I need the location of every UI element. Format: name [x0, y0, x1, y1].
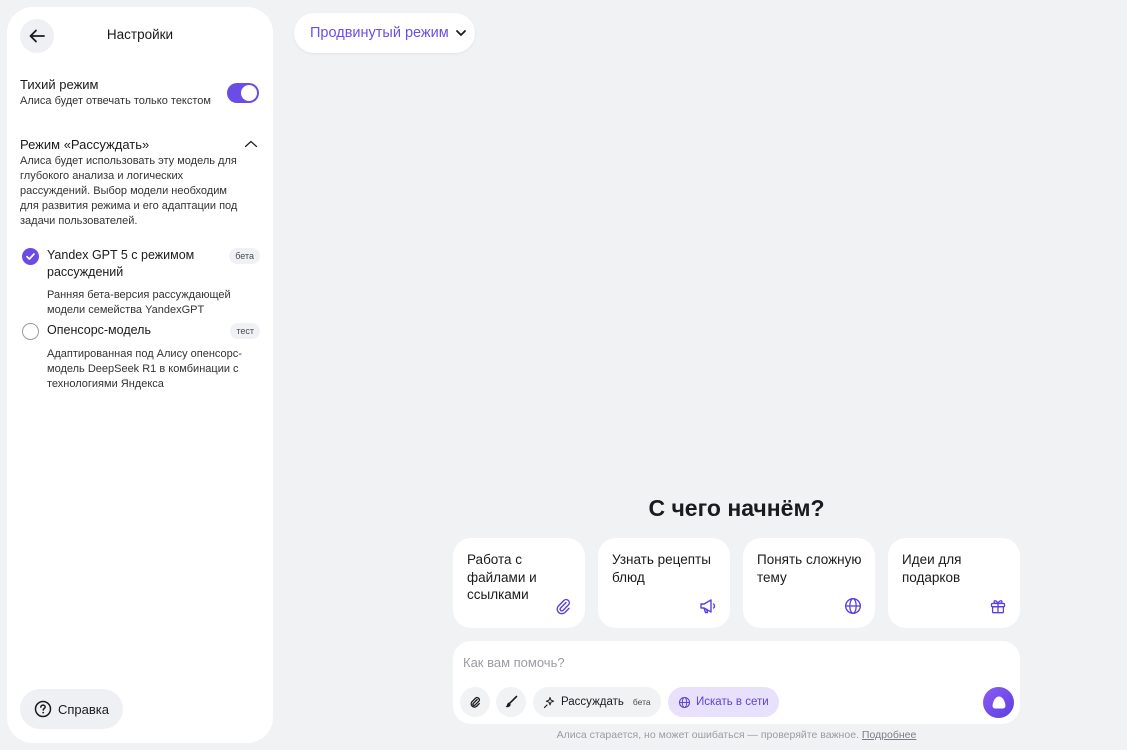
- collapse-reasoning-button[interactable]: [243, 137, 259, 151]
- model-option-badge: тест: [230, 323, 260, 339]
- mode-label: Продвинутый режим: [310, 25, 449, 41]
- help-label: Справка: [58, 701, 109, 717]
- globe-icon: [844, 597, 862, 615]
- model-option-name: Опенсорс-модель: [47, 323, 151, 337]
- settings-title: Настройки: [106, 27, 174, 42]
- suggestion-card-label: Узнать рецепты блюд: [612, 552, 711, 585]
- suggestion-card-label: Понять сложную тему: [757, 552, 862, 585]
- check-icon: [26, 253, 35, 260]
- model-option-description: Адаптированная под Алису опенсорс-модель…: [47, 348, 242, 390]
- suggestion-card-topic[interactable]: Понять сложную тему: [743, 538, 875, 628]
- think-mode-badge: бета: [632, 697, 651, 707]
- radio-unchecked[interactable]: [22, 323, 39, 340]
- reasoning-mode-title: Режим «Рассуждать»: [20, 137, 150, 152]
- think-mode-button[interactable]: Рассуждать бета: [533, 687, 661, 717]
- suggestion-card-label: Идеи для подарков: [902, 552, 962, 585]
- reasoning-mode-description: Алиса будет использовать эту модель для …: [20, 155, 238, 227]
- settings-panel: Настройки Тихий режим Алиса будет отвеча…: [7, 7, 273, 743]
- think-mode-label: Рассуждать: [561, 696, 624, 708]
- web-search-label: Искать в сети: [696, 696, 769, 708]
- disclaimer-text: Алиса старается, но может ошибаться — пр…: [556, 729, 859, 741]
- suggestion-card-gifts[interactable]: Идеи для подарков: [888, 538, 1020, 628]
- question-circle-icon: [34, 700, 52, 718]
- radio-checked[interactable]: [22, 248, 39, 265]
- quiet-mode-description: Алиса будет отвечать только текстом: [20, 95, 211, 107]
- paperclip-icon: [556, 598, 570, 615]
- globe-icon: [678, 696, 691, 708]
- chat-input-box: Рассуждать бета Искать в сети: [453, 641, 1020, 724]
- sparkles-icon: [543, 696, 555, 708]
- chevron-up-icon: [244, 140, 258, 148]
- brush-icon: [505, 695, 518, 708]
- welcome-headline: С чего начнём?: [648, 495, 825, 521]
- mode-selector-button[interactable]: Продвинутый режим: [294, 13, 475, 53]
- gift-icon: [990, 600, 1006, 614]
- quiet-mode-title: Тихий режим: [20, 77, 99, 92]
- help-button[interactable]: Справка: [20, 689, 123, 729]
- web-search-button[interactable]: Искать в сети: [668, 687, 779, 717]
- suggestion-card-files[interactable]: Работа с файлами и ссылками: [453, 538, 585, 628]
- megaphone-icon: [700, 599, 716, 614]
- alice-send-button[interactable]: [983, 687, 1014, 718]
- suggestion-card-recipes[interactable]: Узнать рецепты блюд: [598, 538, 730, 628]
- draw-button[interactable]: [496, 687, 526, 717]
- alice-logo-icon: [992, 696, 1005, 708]
- chat-input[interactable]: [463, 651, 1003, 673]
- attach-button[interactable]: [460, 687, 490, 717]
- model-option-description: Ранняя бета-версия рассуждающей модели с…: [47, 289, 231, 316]
- toggle-knob: [241, 85, 257, 101]
- paperclip-icon: [470, 696, 480, 708]
- quiet-mode-toggle[interactable]: [227, 83, 259, 103]
- chevron-down-icon: [455, 30, 466, 36]
- learn-more-link[interactable]: Подробнее: [862, 729, 916, 741]
- model-option-badge: бета: [229, 248, 260, 264]
- disclaimer: Алиса старается, но может ошибаться — пр…: [453, 729, 1020, 741]
- model-option-name: Yandex GPT 5 с режимом рассуждений: [47, 248, 195, 279]
